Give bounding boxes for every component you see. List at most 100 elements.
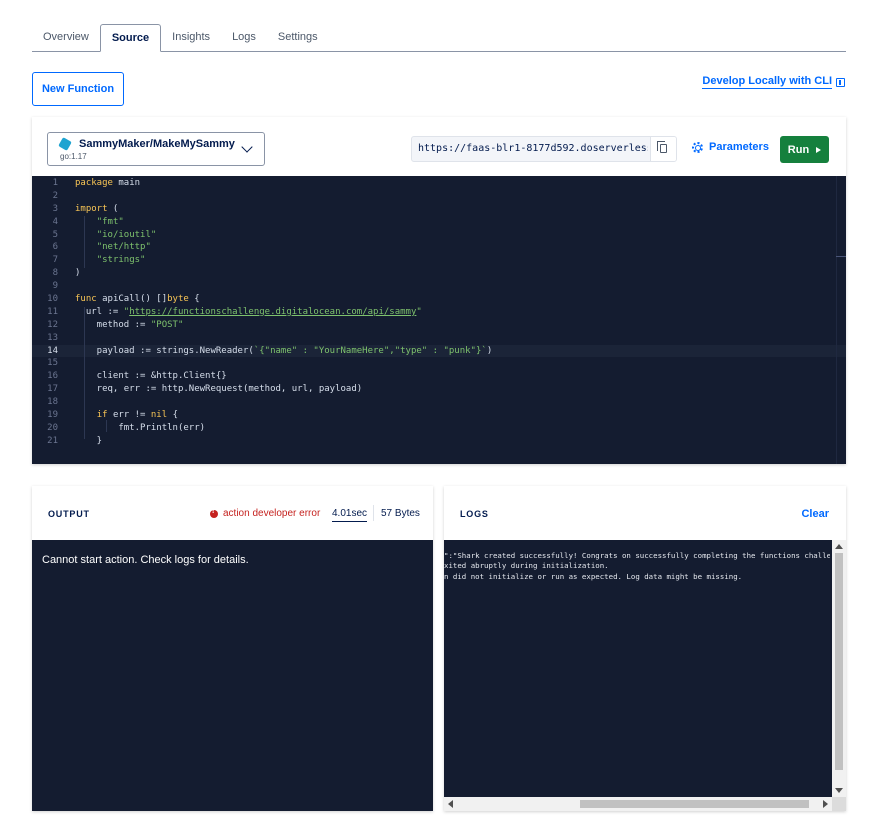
code-text: method := "POST" [75,319,184,330]
code-line: 12 method := "POST" [32,319,846,332]
line-number: 17 [47,384,58,395]
output-title: OUTPUT [48,509,90,519]
error-icon [210,508,218,518]
chevron-down-icon [241,141,253,153]
book-icon [836,77,845,87]
log-line: n did not initialize or run as expected.… [444,571,743,581]
line-number: 8 [52,268,58,279]
code-text: "fmt" [96,216,124,227]
function-runtime: go:1.17 [60,152,87,161]
line-number: 13 [47,332,58,343]
output-message: Cannot start action. Check logs for deta… [42,554,249,566]
endpoint-url-field[interactable]: https://faas-blr1-8177d592.doserverless.… [411,136,677,162]
output-panel: OUTPUT action developer error 4.01sec 57… [32,486,433,811]
code-line: 11 url := "https://functionschallenge.di… [32,306,846,319]
editor-scroll-marker [836,256,846,257]
code-line: 21 } [32,435,846,448]
scrollbar-thumb[interactable] [580,800,809,808]
code-text: } [75,435,103,446]
function-name: SammyMaker/MakeMySammy [79,138,235,150]
cli-link-label: Develop Locally with CLI [702,75,832,89]
log-line: xited abruptly during initialization. [444,561,609,571]
line-number: 16 [47,371,58,382]
line-number: 7 [52,255,58,266]
develop-locally-cli-link[interactable]: Develop Locally with CLI [702,75,845,89]
line-number: 6 [52,242,58,253]
tab-bar: Overview Source Insights Logs Settings [32,24,846,52]
code-text: "net/http" [96,242,151,253]
divider [373,505,374,521]
clear-logs-button[interactable]: Clear [801,508,829,520]
code-text: fmt.Println(err) [75,422,206,433]
function-select[interactable]: SammyMaker/MakeMySammy go:1.17 [47,132,265,166]
tab-source[interactable]: Source [99,24,162,52]
line-number: 5 [52,229,58,240]
code-text: client := &http.Client{} [75,371,227,382]
vertical-scrollbar[interactable] [832,540,846,797]
code-line: 3 import ( [32,203,846,216]
code-text: "strings" [96,255,146,266]
line-number: 2 [52,190,58,201]
line-number: 11 [47,306,58,317]
scroll-down-arrow-icon[interactable] [835,788,843,793]
error-label: action developer error [223,508,321,519]
duration-value: 4.01sec [332,508,368,522]
code-line: 4 "fmt" [32,216,846,229]
tab-settings[interactable]: Settings [267,24,329,51]
log-line: ":"Shark created successfully! Congrats … [444,551,830,560]
line-number: 10 [47,294,58,305]
logs-body[interactable]: ":"Shark created successfully! Congrats … [444,540,846,811]
logs-panel: LOGS Clear ":"Shark created successfully… [444,486,846,811]
code-line: 5 "io/ioutil" [32,229,846,242]
code-line: 13 [32,332,846,345]
scroll-up-arrow-icon[interactable] [835,544,843,549]
line-number: 18 [47,397,58,408]
parameters-label: Parameters [709,141,769,153]
horizontal-scrollbar[interactable] [444,797,832,811]
scroll-right-arrow-icon[interactable] [823,800,828,808]
code-line: 6 "net/http" [32,241,846,254]
output-size: 57 Bytes [381,508,420,519]
code-line: 17 req, err := http.NewRequest(method, u… [32,383,846,396]
new-function-button[interactable]: New Function [32,72,124,106]
run-button[interactable]: Run [780,136,829,163]
code-line: 7 "strings" [32,254,846,267]
code-line: 20 fmt.Println(err) [32,422,846,435]
indent-guide [84,307,85,439]
error-status: action developer error [210,508,320,519]
scrollbar-thumb[interactable] [835,553,843,770]
code-line: 1 package main [32,177,846,190]
function-cube-icon [58,137,72,151]
tab-overview[interactable]: Overview [32,24,100,51]
code-text: req, err := http.NewRequest(method, url,… [75,384,363,395]
endpoint-url: https://faas-blr1-8177d592.doserverless.… [418,143,648,154]
code-editor[interactable]: 1 package main 2 3 import (4 "fmt" 5 "io/iout… [32,176,846,464]
copy-url-button[interactable] [650,137,676,161]
tab-insights[interactable]: Insights [161,24,221,51]
line-number: 3 [52,203,58,214]
code-text: url := "https://functionschallenge.digit… [75,306,422,317]
code-text: ) [75,268,81,279]
code-text: "io/ioutil" [96,229,157,240]
tab-logs[interactable]: Logs [221,24,267,51]
code-line: 10 func apiCall() []byte { [32,293,846,306]
code-line: 19 if err != nil { [32,409,846,422]
scroll-left-arrow-icon[interactable] [448,800,453,808]
code-text: payload := strings.NewReader(`{"name" : … [75,345,493,356]
run-label: Run [787,143,810,156]
indent-guide [106,420,107,432]
scrollbar-corner [832,797,846,811]
line-number: 4 [52,216,58,227]
copy-icon [657,141,667,153]
editor-ruler [836,176,837,464]
play-icon [816,146,822,153]
line-number: 20 [47,422,58,433]
line-number: 12 [47,319,58,330]
code-line: 15 [32,357,846,370]
parameters-button[interactable]: Parameters [692,141,769,153]
code-text: import ( [75,203,119,214]
gear-icon [692,141,703,153]
code-line: 8) [32,267,846,280]
code-line: 14 payload := strings.NewReader(`{"name"… [32,344,846,358]
code-text: package main [75,178,141,188]
